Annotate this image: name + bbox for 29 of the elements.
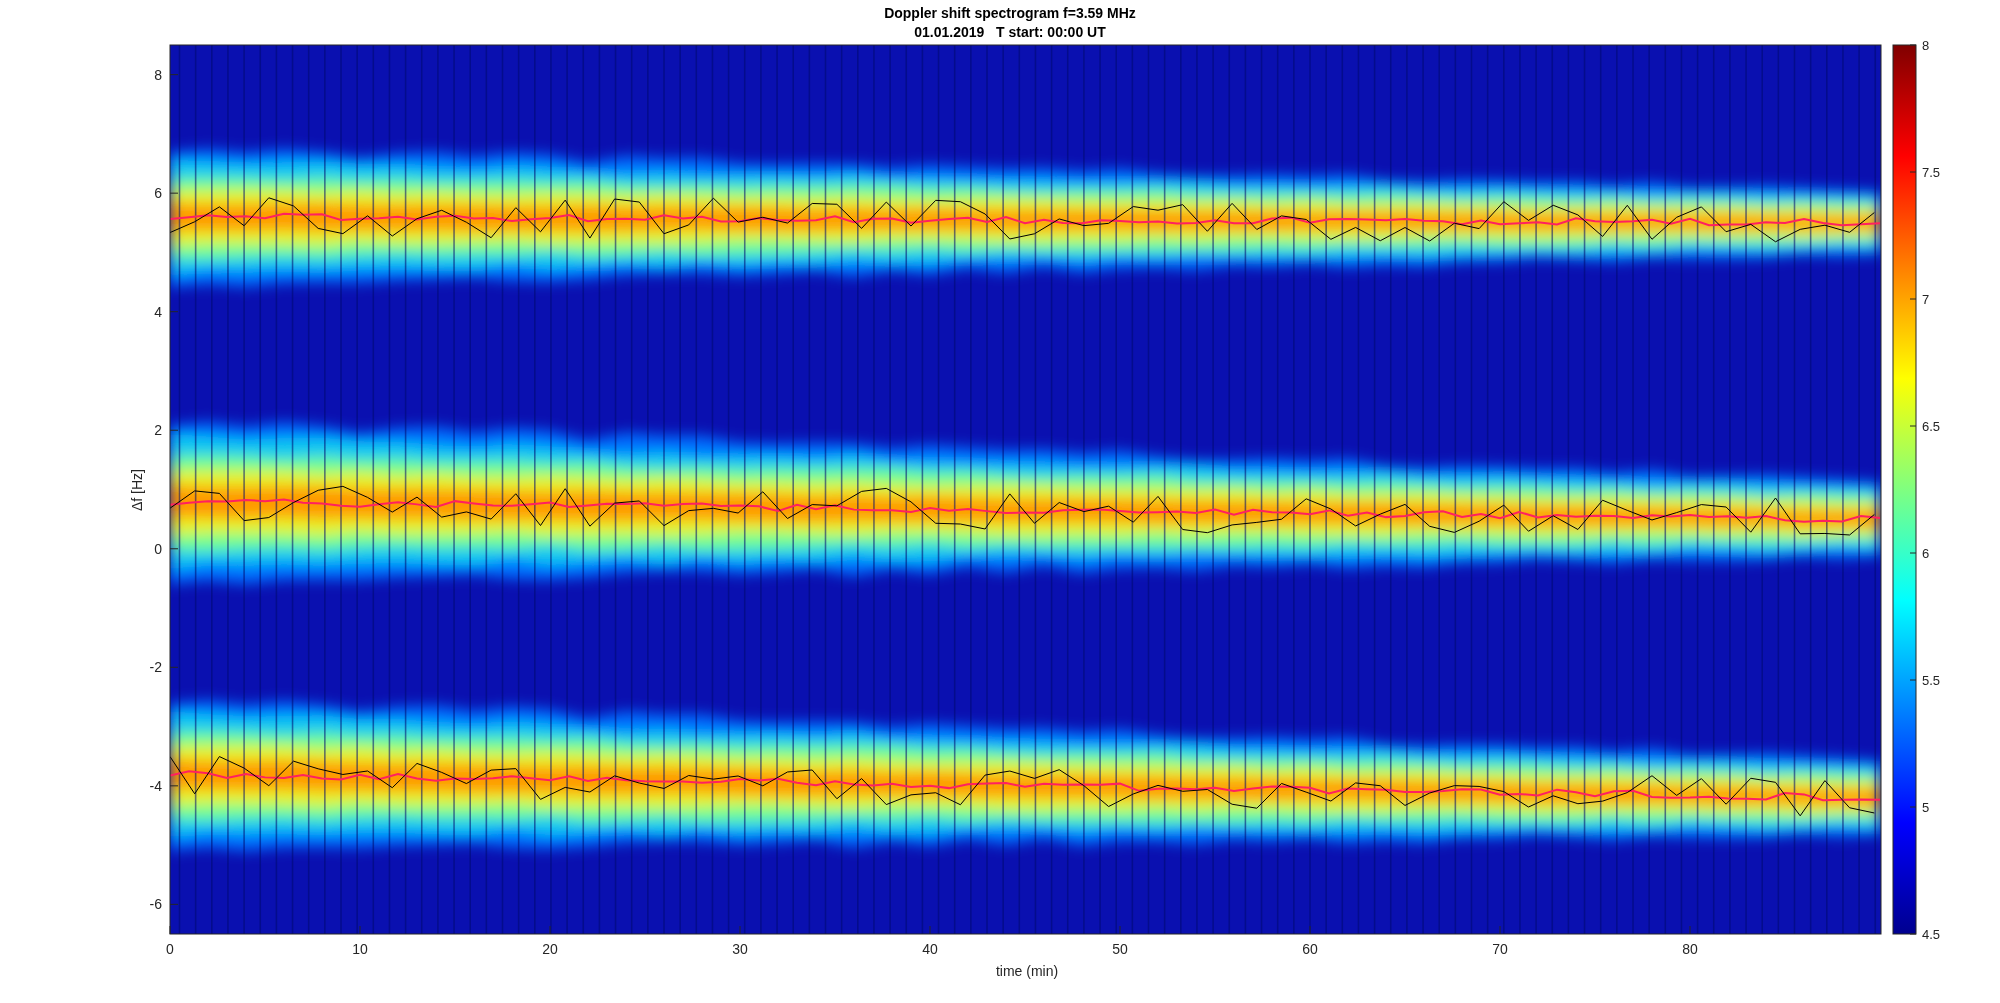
y-tick-label: 6: [154, 185, 162, 202]
chart-title: Doppler shift spectrogram f=3.59 MHz: [884, 5, 1136, 21]
y-tick-label: 4: [154, 303, 162, 320]
colorbar-tick-label: 5.5: [1922, 673, 1941, 688]
colorbar-tick-label: 7.5: [1922, 165, 1941, 180]
x-tick-label: 30: [732, 941, 748, 957]
y-tick-label: 0: [154, 540, 162, 557]
y-axis-label: Δf [Hz]: [129, 469, 145, 511]
colorbar-tick-label: 4.5: [1922, 927, 1941, 942]
x-tick-label: 50: [1112, 941, 1128, 957]
y-tick-label: -6: [149, 896, 162, 913]
x-tick-label: 60: [1302, 941, 1318, 957]
x-tick-label: 70: [1492, 941, 1508, 957]
y-tick-label: 2: [154, 422, 162, 439]
x-tick-label: 80: [1682, 941, 1698, 957]
colorbar-tick-label: 8: [1922, 38, 1930, 53]
chart-subtitle: 01.01.2019 T start: 00:00 UT: [914, 24, 1106, 40]
x-tick-label: 10: [352, 941, 368, 957]
y-tick-label: 8: [154, 66, 162, 83]
x-tick-label: 0: [166, 941, 174, 957]
colorbar-tick-label: 5: [1922, 800, 1930, 815]
colorbar-tick-label: 6.5: [1922, 419, 1941, 434]
y-tick-label: -2: [149, 659, 162, 676]
colorbar-tick-label: 6: [1922, 546, 1930, 561]
x-tick-label: 40: [922, 941, 938, 957]
x-tick-label: 20: [542, 941, 558, 957]
colorbar-tick-label: 7: [1922, 292, 1930, 307]
y-tick-label: -4: [149, 777, 162, 794]
x-axis-label: time (min): [995, 963, 1059, 979]
